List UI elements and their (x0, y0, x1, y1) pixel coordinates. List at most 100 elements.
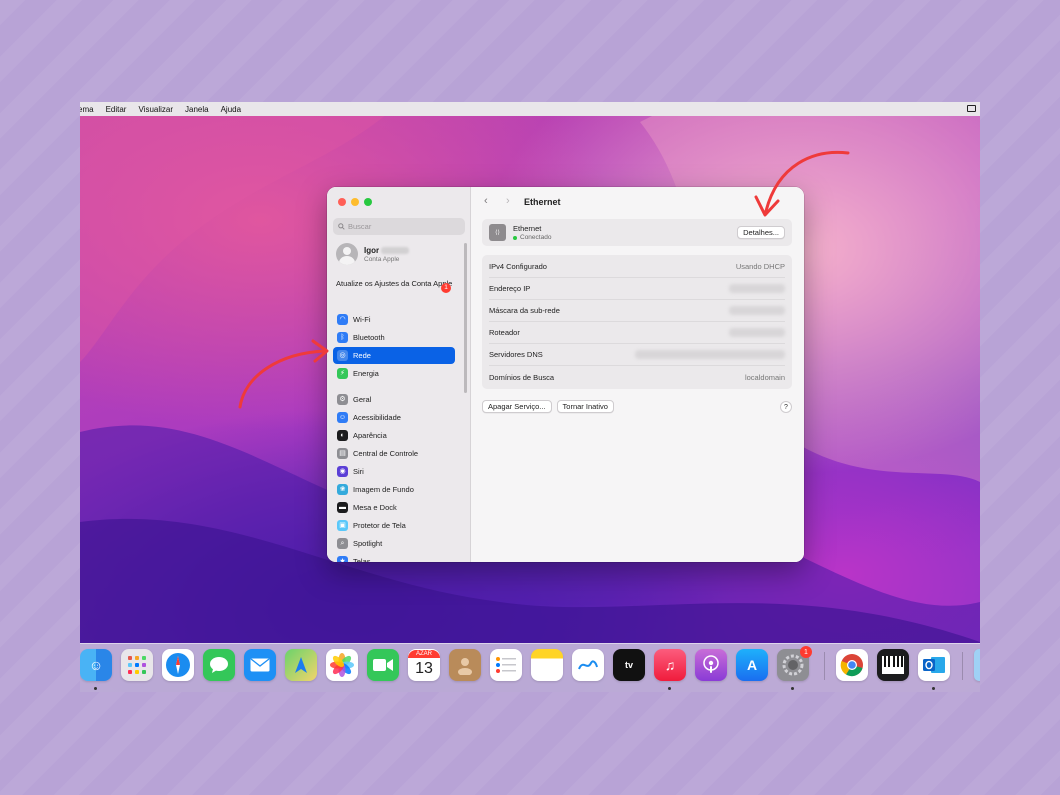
delete-service-button[interactable]: Apagar Serviço... (482, 400, 552, 413)
search-icon (338, 223, 345, 230)
sidebar-item-label: Mesa e Dock (353, 503, 397, 512)
sidebar-item-siri[interactable]: ◉ Siri (333, 463, 455, 480)
search-placeholder: Buscar (348, 222, 372, 231)
sidebar-item-spotlight[interactable]: ⌕ Spotlight (333, 535, 455, 552)
info-label: Servidores DNS (489, 350, 543, 359)
status-dot-icon (513, 235, 517, 240)
info-row-dns: Servidores DNS (489, 344, 785, 366)
search-input[interactable]: Buscar (333, 218, 465, 235)
wallpaper-icon: ❀ (337, 484, 348, 495)
running-indicator (932, 687, 935, 690)
annotation-arrow-rede (238, 339, 329, 409)
user-subtitle: Conta Apple (364, 255, 400, 263)
siri-icon: ◉ (337, 466, 348, 477)
info-label: Roteador (489, 328, 520, 337)
ethernet-name: Ethernet (513, 224, 542, 233)
screen-mirror-icon[interactable] (967, 105, 976, 112)
details-button[interactable]: Detalhes... (737, 226, 785, 239)
info-row-subnet: Máscara da sub-rede (489, 300, 785, 322)
sidebar-item-label: Central de Controle (353, 449, 419, 458)
reminders-icon[interactable] (490, 649, 522, 681)
calendar-icon[interactable]: AZAR 13 (408, 649, 440, 681)
finder-icon[interactable]: ☺ (80, 649, 112, 681)
redacted-name (381, 246, 410, 254)
calendar-day: 13 (415, 660, 433, 677)
sidebar-item-acessibilidade[interactable]: ☺ Acessibilidade (333, 409, 455, 426)
menu-item-app[interactable]: ema (80, 105, 94, 114)
annotation-arrow-details (754, 150, 850, 217)
info-value: localdomain (744, 372, 785, 382)
sidebar-item-energia[interactable]: ⚡ Energia (333, 365, 455, 382)
sidebar-item-bluetooth[interactable]: ᛒ Bluetooth (333, 329, 455, 346)
sidebar-item-label: Bluetooth (353, 333, 385, 342)
contacts-icon[interactable] (449, 649, 481, 681)
freeform-icon[interactable] (572, 649, 604, 681)
spotlight-icon: ⌕ (337, 538, 348, 549)
facetime-icon[interactable] (367, 649, 399, 681)
music-icon[interactable]: ♫ (654, 649, 686, 681)
sidebar-item-label: Aparência (353, 431, 387, 440)
sidebar-item-central-de-controle[interactable]: ▤ Central de Controle (333, 445, 455, 462)
info-label: Domínios de Busca (489, 372, 555, 382)
mail-icon[interactable] (244, 649, 276, 681)
running-indicator (668, 687, 671, 690)
back-chevron-icon[interactable]: ‹ (484, 195, 488, 207)
menu-item-visualizar[interactable]: Visualizar (138, 105, 173, 114)
dock: ☺ AZAR 13 tv ♫ A 1 (80, 643, 980, 692)
sidebar-item-label: Geral (353, 395, 372, 404)
info-row-ip-address: Endereço IP (489, 278, 785, 300)
help-button[interactable]: ? (780, 401, 792, 413)
sidebar-item-label: Spotlight (353, 539, 383, 548)
user-account[interactable]: Igor Conta Apple (336, 243, 410, 265)
sidebar: Buscar Igor Conta Apple Atualize os Ajus… (327, 187, 471, 562)
podcasts-icon[interactable] (695, 649, 727, 681)
minimize-icon[interactable] (351, 198, 359, 206)
maps-icon[interactable] (285, 649, 317, 681)
notes-icon[interactable] (531, 649, 563, 681)
sidebar-item-geral[interactable]: ⚙ Geral (333, 391, 455, 408)
sidebar-item-label: Acessibilidade (353, 413, 401, 422)
launchpad-icon[interactable] (121, 649, 153, 681)
ethernet-icon: ⟨⟩ (489, 224, 506, 241)
menu-item-editar[interactable]: Editar (106, 105, 127, 114)
sidebar-item-rede[interactable]: ◎ Rede (333, 347, 455, 364)
make-inactive-button[interactable]: Tornar Inativo (556, 400, 614, 413)
outlook-icon[interactable] (918, 649, 950, 681)
redacted-value (729, 284, 785, 293)
app-store-icon[interactable]: A (736, 649, 768, 681)
chrome-icon[interactable] (836, 649, 868, 681)
close-icon[interactable] (338, 198, 346, 206)
apple-tv-icon[interactable]: tv (613, 649, 645, 681)
piano-app-icon[interactable] (877, 649, 909, 681)
downloads-stack-icon[interactable] (974, 649, 980, 681)
sidebar-item-apar-ncia[interactable]: ◐ Aparência (333, 427, 455, 444)
control-center-icon: ▤ (337, 448, 348, 459)
menu-item-ajuda[interactable]: Ajuda (221, 105, 241, 114)
safari-icon[interactable] (162, 649, 194, 681)
user-name: Igor (364, 245, 380, 255)
info-row-search-domains: Domínios de Busca localdomain (489, 366, 785, 388)
zoom-icon[interactable] (364, 198, 372, 206)
redacted-value (729, 328, 785, 337)
sidebar-item-wi-fi[interactable]: ◠ Wi-Fi (333, 311, 455, 328)
messages-icon[interactable] (203, 649, 235, 681)
menu-item-janela[interactable]: Janela (185, 105, 209, 114)
update-notice[interactable]: Atualize os Ajustes da Conta Apple (336, 279, 456, 289)
update-badge: 1 (441, 283, 451, 293)
sidebar-item-protetor-de-tela[interactable]: ▣ Protetor de Tela (333, 517, 455, 534)
photos-icon[interactable] (326, 649, 358, 681)
sidebar-item-mesa-e-dock[interactable]: ▬ Mesa e Dock (333, 499, 455, 516)
appearance-icon: ◐ (337, 430, 348, 441)
sidebar-item-telas[interactable]: ★ Telas (333, 553, 455, 562)
sidebar-scrollbar[interactable] (464, 243, 467, 393)
dock-separator (962, 652, 963, 680)
sidebar-item-label: Telas (353, 557, 371, 562)
sidebar-item-imagem-de-fundo[interactable]: ❀ Imagem de Fundo (333, 481, 455, 498)
forward-chevron-icon[interactable]: › (506, 195, 510, 207)
settings-badge: 1 (800, 646, 812, 658)
ethernet-status: Conectado (520, 234, 552, 241)
info-row-router: Roteador (489, 322, 785, 344)
system-settings-window: Buscar Igor Conta Apple Atualize os Ajus… (327, 187, 804, 562)
menu-bar: ema Editar Visualizar Janela Ajuda (80, 102, 980, 116)
wifi-icon: ◠ (337, 314, 348, 325)
